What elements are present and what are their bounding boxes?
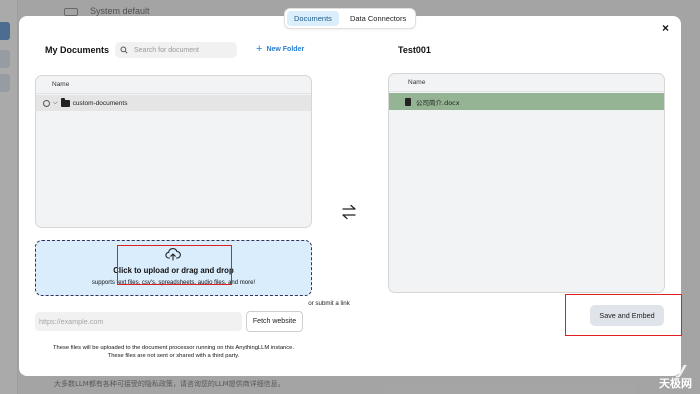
search-icon <box>120 46 128 54</box>
plus-icon: + <box>256 43 263 55</box>
my-documents-list: Name ⌵ custom-documents <box>35 75 312 228</box>
modal-tab-switcher: Documents Data Connectors <box>284 8 416 29</box>
folder-name: custom-documents <box>72 99 128 107</box>
fetch-website-button[interactable]: Fetch website <box>246 311 303 332</box>
new-folder-label: New Folder <box>266 45 305 53</box>
transfer-arrows-icon <box>342 204 356 220</box>
tab-data-connectors[interactable]: Data Connectors <box>343 11 413 26</box>
upload-note-line2: These files are not sent or shared with … <box>107 353 240 359</box>
new-folder-button[interactable]: + New Folder <box>256 43 305 55</box>
search-placeholder: Search for document <box>134 46 199 54</box>
file-icon <box>405 97 411 106</box>
folder-row[interactable]: ⌵ custom-documents <box>36 95 311 111</box>
document-search-input[interactable]: Search for document <box>115 42 237 58</box>
link-url-input[interactable]: https://example.com <box>35 312 242 331</box>
workspace-documents-list: Name 公司简介.docx <box>388 73 665 293</box>
file-name: 公司简介.docx <box>416 98 460 107</box>
upload-note-line1: These files will be uploaded to the docu… <box>52 345 295 351</box>
column-header-name: Name <box>389 74 664 92</box>
workspace-file-row[interactable]: 公司简介.docx <box>389 93 664 110</box>
workspace-title: Test001 <box>398 45 431 55</box>
tab-documents[interactable]: Documents <box>287 11 339 26</box>
chevron-down-icon[interactable]: ⌵ <box>53 100 58 107</box>
highlight-box-upload <box>117 245 232 285</box>
folder-checkbox[interactable] <box>43 99 50 107</box>
my-documents-title: My Documents <box>45 45 110 55</box>
folder-icon <box>60 97 70 107</box>
column-header-name: Name <box>36 76 311 94</box>
highlight-box-save <box>565 294 682 336</box>
close-button[interactable]: × <box>662 22 669 34</box>
